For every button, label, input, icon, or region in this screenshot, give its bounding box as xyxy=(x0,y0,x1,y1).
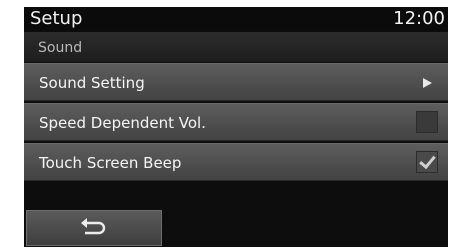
menu-item-sound-setting[interactable]: Sound Setting xyxy=(24,63,448,101)
setup-screen: Setup 12:00 Sound Sound Setting Speed De… xyxy=(24,7,448,247)
back-button[interactable] xyxy=(26,210,162,246)
menu-item-touch-screen-beep[interactable]: Touch Screen Beep xyxy=(24,143,448,181)
section-header: Sound xyxy=(24,32,448,62)
arrow-right-icon xyxy=(423,78,432,88)
touch-screen-beep-checkbox[interactable] xyxy=(416,151,438,173)
section-title: Sound xyxy=(38,40,83,56)
menu-item-label: Sound Setting xyxy=(39,74,145,92)
title-bar: Setup 12:00 xyxy=(24,7,448,31)
menu-item-speed-dependent-vol[interactable]: Speed Dependent Vol. xyxy=(24,103,448,141)
speed-dependent-vol-checkbox[interactable] xyxy=(416,111,438,133)
clock: 12:00 xyxy=(393,8,445,29)
menu-item-label: Touch Screen Beep xyxy=(39,154,182,172)
menu-item-label: Speed Dependent Vol. xyxy=(39,114,206,132)
back-arrow-icon xyxy=(81,218,106,235)
checkmark-icon xyxy=(419,151,436,170)
screen-title: Setup xyxy=(30,8,83,29)
